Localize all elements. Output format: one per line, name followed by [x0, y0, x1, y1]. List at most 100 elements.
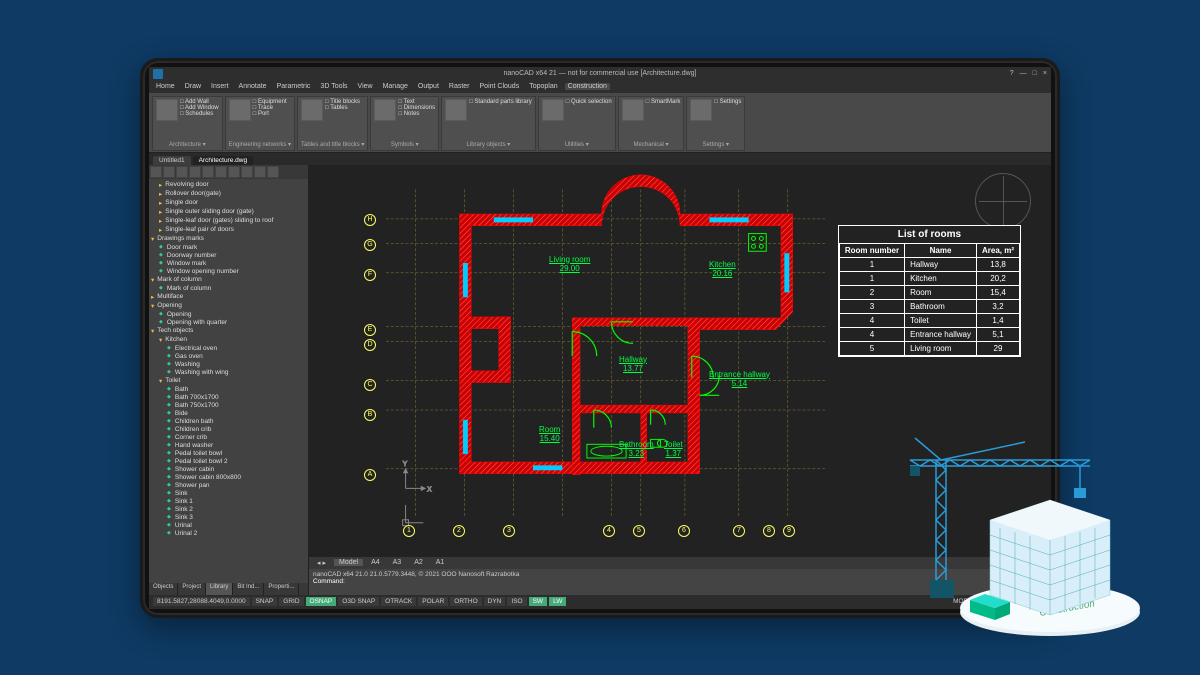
status-toggle[interactable]: O3D SNAP — [338, 597, 379, 606]
tree-item[interactable]: Electrical oven — [151, 345, 306, 353]
tree-item[interactable]: Bath — [151, 386, 306, 394]
ribbon-button-icon[interactable] — [542, 99, 564, 121]
ribbon-item[interactable]: □ Settings — [714, 99, 741, 105]
status-icon[interactable]: ◔ — [1012, 598, 1016, 605]
ribbon-tab[interactable]: Output — [415, 83, 442, 90]
tree-item[interactable]: Sink — [151, 490, 306, 498]
status-toggle[interactable]: ISO — [507, 597, 526, 606]
model-tab[interactable]: A2 — [409, 559, 428, 566]
ribbon-tab[interactable]: View — [355, 83, 376, 90]
tree-item[interactable]: Hand washer — [151, 442, 306, 450]
tree-item[interactable]: Sink 1 — [151, 498, 306, 506]
tree-item[interactable]: Urinal — [151, 522, 306, 530]
tree-item[interactable]: Opening — [151, 302, 306, 311]
tree-item[interactable]: Washing with wing — [151, 369, 306, 377]
minimize-icon[interactable]: — — [1020, 70, 1027, 77]
ribbon-tab[interactable]: 3D Tools — [317, 83, 350, 90]
maximize-icon[interactable]: □ — [1033, 70, 1037, 77]
tree-item[interactable]: Bath 750x1700 — [151, 402, 306, 410]
tree-item[interactable]: Opening — [151, 311, 306, 319]
panel-label[interactable]: Engineering networks ▾ — [229, 141, 291, 148]
library-tree[interactable]: Revolving doorRollover door(gate)Single … — [149, 179, 308, 583]
ribbon-tab[interactable]: Topoplan — [526, 83, 560, 90]
lib-tool-icon[interactable] — [267, 166, 279, 178]
ribbon-tab[interactable]: Draw — [182, 83, 204, 90]
tree-item[interactable]: Opening with quarter — [151, 319, 306, 327]
tree-item[interactable]: Single outer sliding door (gate) — [151, 208, 306, 217]
ribbon-item[interactable]: □ Quick selection — [566, 99, 612, 105]
tree-item[interactable]: Window opening number — [151, 268, 306, 276]
library-tab[interactable]: Library — [206, 583, 233, 595]
tree-item[interactable]: Drawings marks — [151, 235, 306, 244]
tree-item[interactable]: Shower cabin — [151, 466, 306, 474]
ribbon-item[interactable]: □ Equipment — [253, 99, 287, 105]
ribbon-tab[interactable]: Manage — [380, 83, 411, 90]
document-tab[interactable]: Architecture.dwg — [193, 156, 253, 165]
lib-tool-icon[interactable] — [202, 166, 214, 178]
lib-tool-icon[interactable] — [215, 166, 227, 178]
status-icon[interactable]: ⬚ — [980, 598, 986, 606]
status-toggle[interactable]: LW — [549, 597, 566, 606]
ribbon-item[interactable]: □ Tables — [325, 105, 360, 111]
lib-tool-icon[interactable] — [189, 166, 201, 178]
tree-item[interactable]: Mark of column — [151, 276, 306, 285]
tree-item[interactable]: Bide — [151, 410, 306, 418]
tree-item[interactable]: Pedal toilet bowl 2 — [151, 458, 306, 466]
modeltab-nav[interactable]: ◂ ▸ — [312, 559, 331, 567]
tree-item[interactable]: Sink 3 — [151, 514, 306, 522]
model-tab[interactable]: A1 — [431, 559, 450, 566]
ribbon-item[interactable]: □ Schedules — [180, 111, 219, 117]
tree-item[interactable]: Toilet — [151, 377, 306, 386]
ribbon-button-icon[interactable] — [622, 99, 644, 121]
tree-item[interactable]: Multiface — [151, 293, 306, 302]
panel-label[interactable]: Mechanical ▾ — [622, 141, 681, 148]
ribbon-button-icon[interactable] — [229, 99, 251, 121]
tree-item[interactable]: Pedal toilet bowl — [151, 450, 306, 458]
tree-item[interactable]: Revolving door — [151, 181, 306, 190]
tree-item[interactable]: Gas oven — [151, 353, 306, 361]
status-toggle[interactable]: OTRACK — [381, 597, 416, 606]
ribbon-tab[interactable]: Construction — [565, 83, 610, 90]
library-tab[interactable]: Objects — [149, 583, 178, 595]
panel-label[interactable]: Library objects ▾ — [445, 141, 532, 148]
tree-item[interactable]: Children bath — [151, 418, 306, 426]
status-toggle[interactable]: OSNAP — [306, 597, 337, 606]
tree-item[interactable]: Sink 2 — [151, 506, 306, 514]
lib-tool-icon[interactable] — [228, 166, 240, 178]
status-icon[interactable]: ▾ — [1044, 598, 1047, 606]
lib-tool-icon[interactable] — [150, 166, 162, 178]
tree-item[interactable]: Corner crib — [151, 434, 306, 442]
ribbon-item[interactable]: □ Add Window — [180, 105, 219, 111]
tree-item[interactable]: Urinal 2 — [151, 530, 306, 538]
ribbon-button-icon[interactable] — [301, 99, 323, 121]
compass-widget[interactable] — [975, 173, 1031, 229]
status-toggle[interactable]: ORTHO — [450, 597, 481, 606]
status-model[interactable]: MODEL — [953, 598, 976, 605]
tree-item[interactable]: Window mark — [151, 260, 306, 268]
ribbon-item[interactable]: □ Dimensions — [398, 105, 435, 111]
document-tab[interactable]: Untitled1 — [153, 156, 191, 165]
status-toggle[interactable]: DYN — [484, 597, 506, 606]
tree-item[interactable]: Washing — [151, 361, 306, 369]
ribbon-tab[interactable]: Annotate — [236, 83, 270, 90]
lib-tool-icon[interactable] — [163, 166, 175, 178]
tree-item[interactable]: Shower pan — [151, 482, 306, 490]
ribbon-tab[interactable]: Home — [153, 83, 178, 90]
tree-item[interactable]: Shower cabin 800x800 — [151, 474, 306, 482]
status-toggle[interactable]: SNAP — [252, 597, 278, 606]
model-tab[interactable]: Model — [334, 559, 363, 566]
status-icon[interactable]: m 1:50 — [1020, 598, 1040, 605]
ribbon-item[interactable]: □ Notes — [398, 111, 435, 117]
help-icon[interactable]: ? — [1010, 70, 1014, 77]
panel-label[interactable]: Utilities ▾ — [542, 141, 612, 148]
tree-item[interactable]: Single door — [151, 199, 306, 208]
status-icon[interactable]: 🔒 — [990, 598, 998, 606]
status-icon[interactable]: ⊞ — [1002, 598, 1007, 606]
lib-tool-icon[interactable] — [176, 166, 188, 178]
tree-item[interactable]: Tech objects — [151, 327, 306, 336]
model-tab[interactable]: A3 — [388, 559, 407, 566]
ribbon-tab[interactable]: Insert — [208, 83, 232, 90]
status-toggle[interactable]: SW — [529, 597, 547, 606]
ribbon-button-icon[interactable] — [374, 99, 396, 121]
ribbon-tab[interactable]: Parametric — [274, 83, 314, 90]
